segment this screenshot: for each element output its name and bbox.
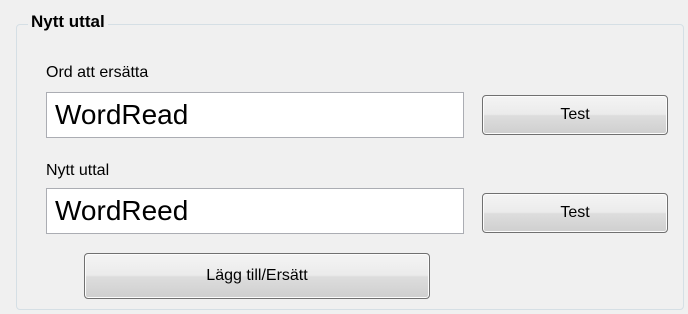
test-original-button[interactable]: Test xyxy=(482,95,668,135)
pronunciation-panel: Nytt uttal Ord att ersätta WordRead Test… xyxy=(0,0,688,314)
groupbox-title: Nytt uttal xyxy=(28,12,108,32)
original-word-label: Ord att ersätta xyxy=(46,64,149,81)
new-pronunciation-label: Nytt uttal xyxy=(46,162,110,179)
original-word-input[interactable]: WordRead xyxy=(46,92,464,138)
test-new-pronunciation-button[interactable]: Test xyxy=(482,193,668,233)
new-pronunciation-input[interactable]: WordReed xyxy=(46,188,464,234)
add-replace-button[interactable]: Lägg till/Ersätt xyxy=(84,253,430,299)
